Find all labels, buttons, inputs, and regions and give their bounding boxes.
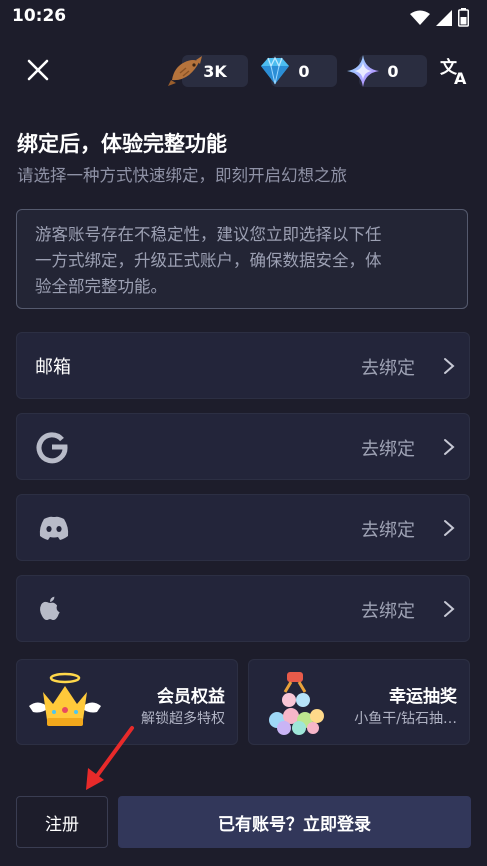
top-bar: 3K 0 0 文 A: [0, 50, 487, 90]
lucky-draw-card[interactable]: 幸运抽奖 小鱼干/钻石抽…: [248, 659, 470, 745]
diamond-icon: [261, 56, 289, 85]
signal-icon: [436, 9, 452, 26]
fish-currency[interactable]: 3K: [168, 55, 248, 87]
notice-line: 游客账号存在不稳定性，建议您立即选择以下任: [35, 225, 382, 244]
page-subtitle: 请选择一种方式快速绑定，即刻开启幻想之旅: [17, 166, 347, 185]
wifi-icon: [410, 10, 430, 25]
status-time: 10:26: [12, 6, 67, 26]
bind-action-label: 去绑定: [361, 358, 415, 379]
status-icons: [410, 8, 469, 27]
vip-benefits-subtitle: 解锁超多特权: [141, 711, 225, 727]
bind-action-label: 去绑定: [361, 520, 415, 541]
chevron-right-icon: [444, 601, 455, 617]
notice-line: 一方式绑定，升级正式账户，确保数据安全，体: [35, 251, 382, 270]
bind-action-label: 去绑定: [361, 601, 415, 622]
bind-google-row[interactable]: 去绑定: [16, 413, 470, 480]
discord-icon: [39, 516, 69, 540]
status-bar: 10:26: [0, 0, 487, 34]
apple-icon: [40, 596, 60, 621]
bind-apple-row[interactable]: 去绑定: [16, 575, 470, 642]
page-title: 绑定后，体验完整功能: [17, 132, 227, 156]
register-button[interactable]: 注册: [16, 796, 108, 848]
guest-account-notice: 游客账号存在不稳定性，建议您立即选择以下任 一方式绑定，升级正式账户，确保数据安…: [16, 209, 468, 309]
email-label: 邮箱: [35, 357, 71, 378]
bind-email-row[interactable]: 邮箱 去绑定: [16, 332, 470, 399]
bind-discord-row[interactable]: 去绑定: [16, 494, 470, 561]
claw-machine-icon: [269, 672, 324, 735]
chevron-right-icon: [444, 358, 455, 374]
fish-icon: [168, 56, 202, 86]
chevron-right-icon: [444, 439, 455, 455]
svg-text:A: A: [454, 69, 467, 86]
lucky-draw-title: 幸运抽奖: [389, 687, 457, 707]
bind-action-label: 去绑定: [361, 439, 415, 460]
chevron-right-icon: [444, 520, 455, 536]
google-icon: [36, 432, 68, 464]
login-button[interactable]: 已有账号？立即登录: [118, 796, 471, 848]
star-icon: [347, 55, 379, 87]
star-currency[interactable]: 0: [345, 55, 427, 87]
close-icon[interactable]: [24, 56, 52, 84]
lucky-draw-subtitle: 小鱼干/钻石抽…: [354, 711, 457, 727]
battery-icon: [458, 8, 469, 27]
notice-line: 验全部完整功能。: [35, 277, 167, 296]
diamond-currency[interactable]: 0: [257, 55, 337, 87]
vip-benefits-title: 会员权益: [157, 687, 225, 707]
translate-icon[interactable]: 文 A: [440, 56, 472, 86]
annotation-arrow-icon: [86, 726, 134, 790]
